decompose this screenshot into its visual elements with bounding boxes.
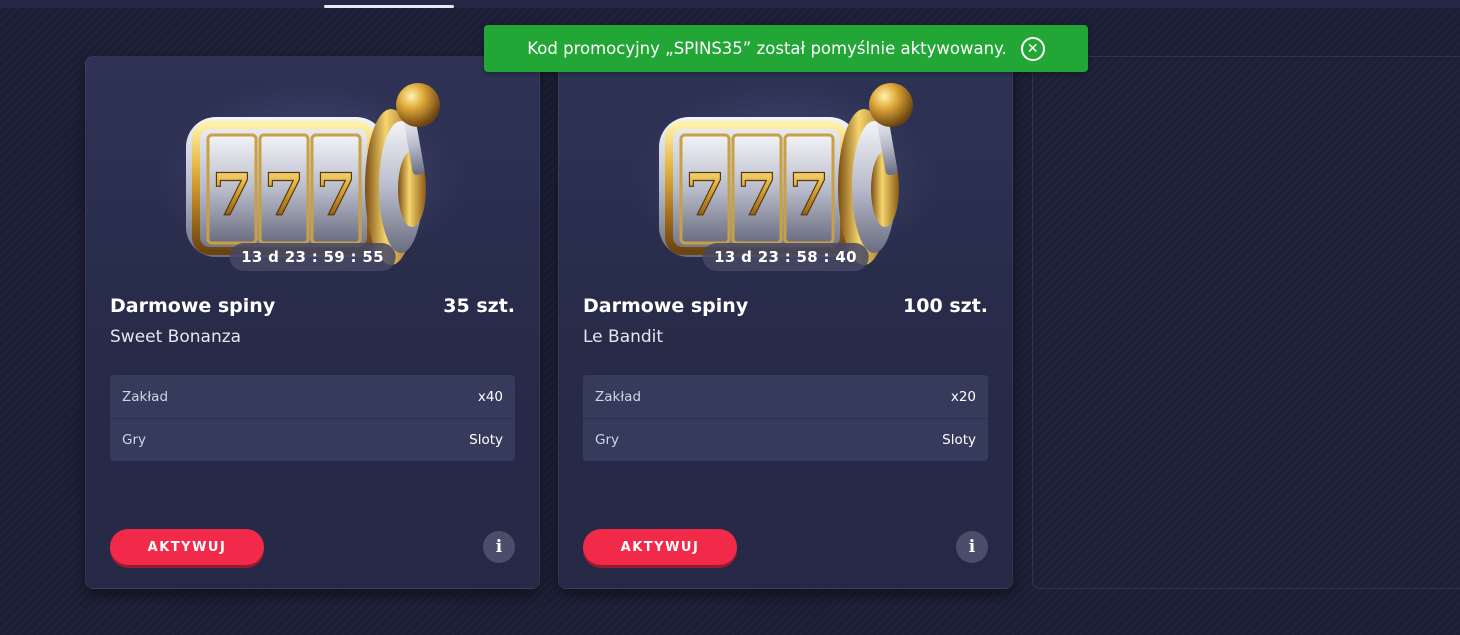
detail-value: x20 bbox=[950, 388, 976, 405]
info-icon[interactable]: i bbox=[483, 531, 515, 563]
bonus-details-table: Zakład x20 Gry Sloty bbox=[583, 375, 988, 461]
detail-label: Zakład bbox=[595, 388, 642, 405]
bonus-card: 13 d 23 : 58 : 40 Darmowe spiny 100 szt.… bbox=[558, 56, 1013, 589]
detail-row-wager: Zakład x20 bbox=[583, 375, 988, 418]
bonus-card: 13 d 23 : 59 : 55 Darmowe spiny 35 szt. … bbox=[85, 56, 540, 589]
toast-message: Kod promocyjny „SPINS35” został pomyślni… bbox=[527, 39, 1007, 58]
bonus-quantity: 35 szt. bbox=[443, 295, 515, 317]
detail-value: x40 bbox=[477, 388, 503, 405]
bonus-quantity: 100 szt. bbox=[903, 295, 988, 317]
activate-button[interactable]: AKTYWUJ bbox=[110, 529, 264, 565]
bonus-title: Darmowe spiny bbox=[583, 295, 749, 317]
detail-row-games: Gry Sloty bbox=[110, 418, 515, 461]
bonus-game-name: Sweet Bonanza bbox=[110, 327, 242, 347]
bonus-title: Darmowe spiny bbox=[110, 295, 276, 317]
success-toast: Kod promocyjny „SPINS35” został pomyślni… bbox=[484, 25, 1088, 72]
countdown-timer: 13 d 23 : 58 : 40 bbox=[702, 243, 869, 271]
bonus-game-name: Le Bandit bbox=[583, 327, 664, 347]
close-circle-icon[interactable]: ✕ bbox=[1020, 36, 1045, 61]
bonus-details-table: Zakład x40 Gry Sloty bbox=[110, 375, 515, 461]
detail-label: Gry bbox=[122, 432, 147, 448]
detail-value: Sloty bbox=[469, 432, 503, 448]
activate-button[interactable]: AKTYWUJ bbox=[583, 529, 737, 565]
empty-card-slot bbox=[1032, 56, 1460, 589]
detail-label: Gry bbox=[595, 432, 620, 448]
info-icon[interactable]: i bbox=[956, 531, 988, 563]
detail-label: Zakład bbox=[122, 388, 169, 405]
countdown-timer: 13 d 23 : 59 : 55 bbox=[229, 243, 396, 271]
detail-row-wager: Zakład x40 bbox=[110, 375, 515, 418]
detail-value: Sloty bbox=[942, 432, 976, 448]
active-tab-indicator bbox=[324, 5, 454, 8]
top-navigation-bar bbox=[0, 0, 1460, 8]
detail-row-games: Gry Sloty bbox=[583, 418, 988, 461]
